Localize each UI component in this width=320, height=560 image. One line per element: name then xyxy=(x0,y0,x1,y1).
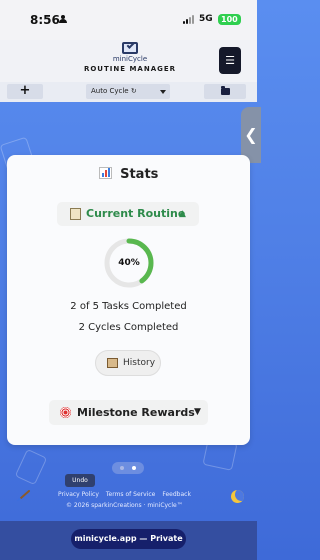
progress-percent: 40% xyxy=(118,258,140,268)
app-logo: miniCycle ROUTINE MANAGER xyxy=(80,40,180,82)
bar-chart-icon xyxy=(98,167,112,179)
tasks-completed-text: 2 of 5 Tasks Completed xyxy=(70,301,187,312)
folder-button[interactable] xyxy=(204,84,246,99)
stats-header: Stats xyxy=(7,167,250,182)
feedback-link[interactable]: Feedback xyxy=(162,491,191,498)
collapse-arrow-icon: ▲ xyxy=(179,209,186,219)
background-doodle xyxy=(14,448,48,486)
current-routine-toggle[interactable]: Current Routine ▲ xyxy=(57,202,199,226)
footer-links: Privacy Policy Terms of Service Feedback xyxy=(58,491,208,498)
expand-arrow-icon: ▼ xyxy=(194,407,201,417)
battery-indicator: 100 xyxy=(218,14,241,25)
folder-icon xyxy=(221,86,230,95)
app-header: miniCycle ROUTINE MANAGER ☰ xyxy=(0,40,257,82)
network-type: 5G xyxy=(199,14,213,24)
milestone-rewards-toggle[interactable]: Milestone Rewards ▼ xyxy=(49,400,208,425)
cycles-completed-text: 2 Cycles Completed xyxy=(78,322,179,333)
app-title: miniCycle xyxy=(112,55,148,63)
cycle-mode-value: Auto Cycle ↻ xyxy=(91,87,137,95)
dropdown-arrow-icon xyxy=(160,90,166,94)
stats-card: Stats Current Routine ▲ 40% 2 of 5 Tasks… xyxy=(7,155,250,445)
notebook-icon xyxy=(70,208,81,220)
menu-button[interactable]: ☰ xyxy=(219,47,241,74)
browser-url-bar: minicycle.app — Private xyxy=(0,521,257,560)
page-dot[interactable] xyxy=(120,466,124,470)
toolbar: + Auto Cycle ↻ xyxy=(0,82,257,102)
target-icon xyxy=(60,407,71,418)
undo-button[interactable]: Undo xyxy=(65,474,95,487)
milestone-rewards-label: Milestone Rewards xyxy=(77,406,195,419)
page-indicator xyxy=(112,462,144,474)
history-label: History xyxy=(123,358,156,368)
terms-of-service-link[interactable]: Terms of Service xyxy=(106,491,155,498)
moon-icon[interactable] xyxy=(231,490,244,503)
signal-icon xyxy=(183,14,197,24)
add-task-button[interactable]: + xyxy=(7,84,43,99)
app-subtitle: ROUTINE MANAGER xyxy=(83,65,177,73)
privacy-policy-link[interactable]: Privacy Policy xyxy=(58,491,99,498)
status-time: 8:56 xyxy=(30,13,60,27)
stats-title: Stats xyxy=(120,167,159,182)
scroll-icon xyxy=(107,358,118,368)
footer-copyright: © 2026 sparkinCreations · miniCycle™ xyxy=(66,502,183,509)
cycle-mode-select[interactable]: Auto Cycle ↻ xyxy=(86,84,170,99)
hamburger-icon: ☰ xyxy=(225,54,235,67)
status-bar: 8:56 5G 100 xyxy=(0,0,257,40)
current-routine-label: Current Routine xyxy=(86,207,186,220)
paintbrush-icon[interactable] xyxy=(15,490,31,502)
history-button[interactable]: History xyxy=(95,350,161,376)
url-pill[interactable]: minicycle.app — Private xyxy=(71,529,186,549)
page-dot-active[interactable] xyxy=(132,466,136,470)
person-icon xyxy=(59,15,67,24)
